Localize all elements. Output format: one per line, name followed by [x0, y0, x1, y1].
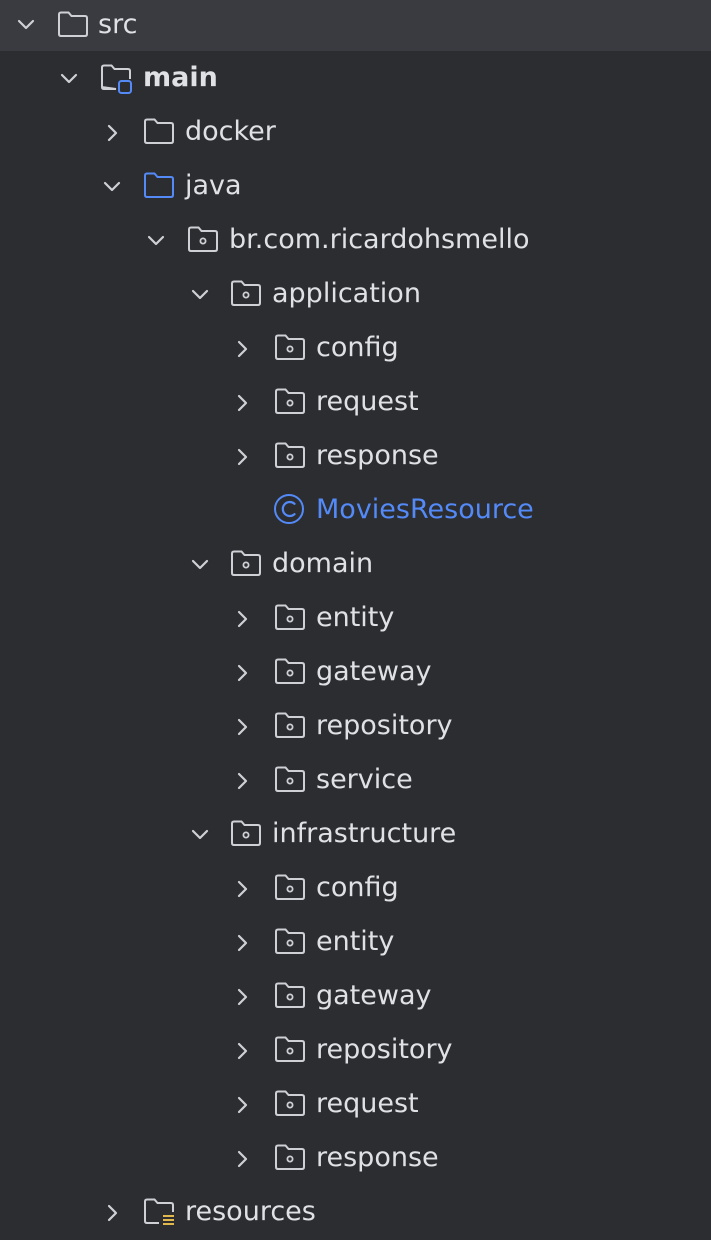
chevron-right-icon[interactable] — [229, 444, 255, 470]
chevron-right-icon[interactable] — [229, 930, 255, 956]
package-icon — [273, 870, 307, 904]
chevron-right-icon[interactable] — [229, 1146, 255, 1172]
package-icon — [186, 222, 220, 256]
tree-node-application-config[interactable]: config — [0, 322, 711, 376]
package-icon — [273, 762, 307, 796]
chevron-down-icon[interactable] — [187, 822, 213, 848]
chevron-down-icon[interactable] — [99, 174, 125, 200]
source-root-folder-icon — [142, 168, 176, 202]
tree-node-label: gateway — [316, 980, 432, 1011]
folder-icon — [142, 114, 176, 148]
tree-node-docker[interactable]: docker — [0, 106, 711, 160]
tree-node-domain-repository[interactable]: repository — [0, 700, 711, 754]
tree-node-label: response — [316, 1142, 439, 1173]
package-icon — [273, 1086, 307, 1120]
tree-node-infrastructure-entity[interactable]: entity — [0, 916, 711, 970]
class-icon — [272, 492, 306, 526]
tree-node-label: infrastructure — [272, 818, 457, 849]
package-icon — [273, 1032, 307, 1066]
resources-folder-icon — [142, 1194, 176, 1228]
tree-node-label: gateway — [316, 656, 432, 687]
chevron-right-icon[interactable] — [229, 984, 255, 1010]
tree-node-infrastructure-gateway[interactable]: gateway — [0, 970, 711, 1024]
tree-node-infrastructure-config[interactable]: config — [0, 862, 711, 916]
chevron-right-icon[interactable] — [229, 390, 255, 416]
tree-node-domain-entity[interactable]: entity — [0, 592, 711, 646]
tree-node-label: entity — [316, 602, 395, 633]
tree-node-label: resources — [185, 1196, 316, 1227]
tree-node-label: entity — [316, 926, 395, 957]
chevron-down-icon[interactable] — [13, 12, 39, 38]
tree-node-domain-service[interactable]: service — [0, 754, 711, 808]
tree-node-resources[interactable]: resources — [0, 1186, 711, 1240]
tree-node-label: src — [98, 9, 138, 40]
tree-node-java[interactable]: java — [0, 160, 711, 214]
tree-node-infrastructure-response[interactable]: response — [0, 1132, 711, 1186]
chevron-down-icon[interactable] — [187, 282, 213, 308]
folder-icon — [56, 7, 90, 41]
tree-node-label: main — [143, 62, 218, 93]
tree-node-label: br.com.ricardohsmello — [229, 224, 530, 255]
tree-node-label: config — [316, 332, 399, 363]
tree-node-label: repository — [316, 1034, 453, 1065]
tree-node-infrastructure[interactable]: infrastructure — [0, 808, 711, 862]
tree-node-label: response — [316, 440, 439, 471]
tree-node-movies-resource[interactable]: MoviesResource — [0, 484, 711, 538]
tree-node-domain[interactable]: domain — [0, 538, 711, 592]
tree-node-label: application — [272, 278, 421, 309]
package-icon — [273, 924, 307, 958]
package-icon — [273, 1140, 307, 1174]
tree-node-package-root[interactable]: br.com.ricardohsmello — [0, 214, 711, 268]
chevron-right-icon[interactable] — [229, 714, 255, 740]
chevron-down-icon[interactable] — [56, 66, 82, 92]
chevron-right-icon[interactable] — [99, 1200, 125, 1226]
tree-node-label: config — [316, 872, 399, 903]
tree-node-label: request — [316, 1088, 419, 1119]
tree-node-main[interactable]: main — [0, 52, 711, 106]
chevron-right-icon[interactable] — [229, 660, 255, 686]
tree-node-application-response[interactable]: response — [0, 430, 711, 484]
tree-node-label: request — [316, 386, 419, 417]
package-icon — [273, 384, 307, 418]
package-icon — [273, 330, 307, 364]
tree-node-infrastructure-request[interactable]: request — [0, 1078, 711, 1132]
tree-node-label: MoviesResource — [316, 494, 534, 525]
chevron-down-icon[interactable] — [187, 552, 213, 578]
tree-node-application-request[interactable]: request — [0, 376, 711, 430]
module-source-folder-icon — [99, 60, 133, 94]
package-icon — [273, 708, 307, 742]
package-icon — [273, 978, 307, 1012]
chevron-right-icon[interactable] — [229, 768, 255, 794]
project-tree: src main docker java br.com.ricardohsmel… — [0, 0, 711, 1240]
tree-node-infrastructure-repository[interactable]: repository — [0, 1024, 711, 1078]
chevron-right-icon[interactable] — [229, 876, 255, 902]
chevron-right-icon[interactable] — [229, 1038, 255, 1064]
chevron-right-icon[interactable] — [229, 336, 255, 362]
tree-node-label: repository — [316, 710, 453, 741]
tree-node-label: java — [185, 170, 242, 201]
tree-node-label: service — [316, 764, 413, 795]
tree-node-application[interactable]: application — [0, 268, 711, 322]
package-icon — [273, 654, 307, 688]
package-icon — [273, 438, 307, 472]
tree-node-label: docker — [185, 116, 276, 147]
package-icon — [229, 816, 263, 850]
package-icon — [229, 276, 263, 310]
chevron-right-icon[interactable] — [99, 120, 125, 146]
package-icon — [273, 600, 307, 634]
tree-node-domain-gateway[interactable]: gateway — [0, 646, 711, 700]
chevron-right-icon[interactable] — [229, 1092, 255, 1118]
chevron-right-icon[interactable] — [229, 606, 255, 632]
package-icon — [229, 546, 263, 580]
tree-node-label: domain — [272, 548, 374, 579]
chevron-down-icon[interactable] — [143, 228, 169, 254]
tree-node-src[interactable]: src — [0, 0, 711, 51]
